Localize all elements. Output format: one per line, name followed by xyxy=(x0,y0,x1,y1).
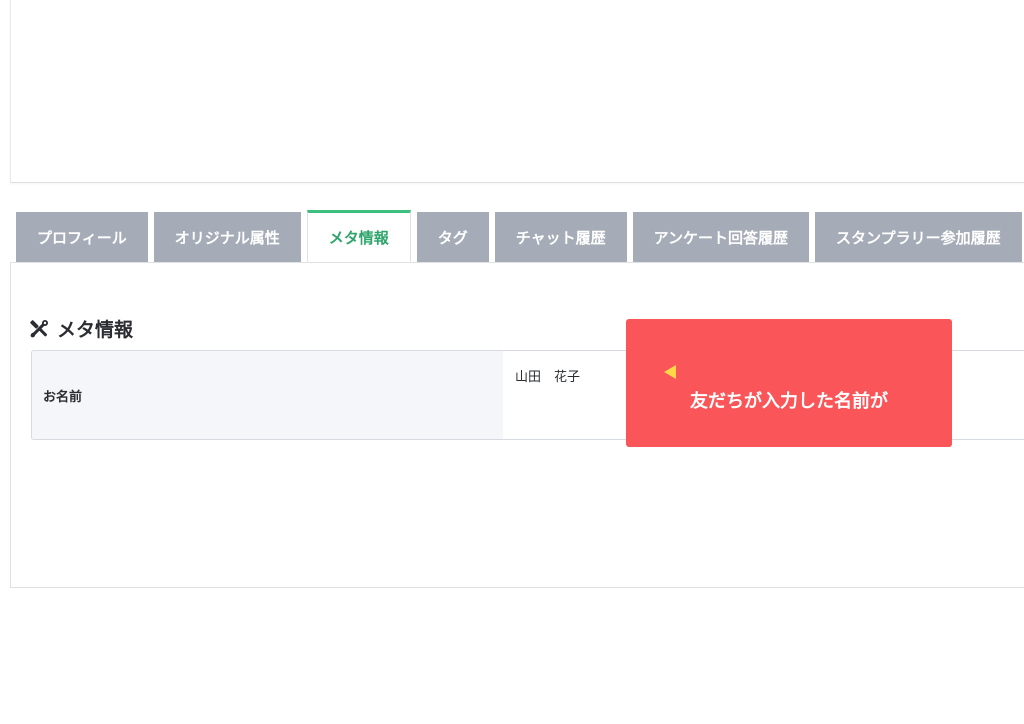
tab-profile[interactable]: プロフィール xyxy=(16,212,148,262)
tab-meta-info[interactable]: メタ情報 xyxy=(306,210,411,262)
callout-line-2: 反映されている xyxy=(690,451,816,472)
section-title-text: メタ情報 xyxy=(57,319,134,341)
tab-bar: プロフィール オリジナル属性 メタ情報 タグ チャット履歴 アンケート回答履歴 … xyxy=(16,210,1022,262)
tools-icon xyxy=(29,319,49,339)
meta-label-name: お名前 xyxy=(32,351,503,439)
callout-line-1: 友だちが入力した名前が xyxy=(690,391,888,412)
section-title: メタ情報 xyxy=(29,315,133,342)
annotation-callout: 友だちが入力した名前が 反映されている xyxy=(626,319,952,472)
page: プロフィール オリジナル属性 メタ情報 タグ チャット履歴 アンケート回答履歴 … xyxy=(0,0,1024,724)
tab-original-attributes[interactable]: オリジナル属性 xyxy=(153,212,301,262)
tab-tags[interactable]: タグ xyxy=(416,212,489,262)
arrow-left-icon xyxy=(664,365,676,379)
tab-stamp-rally-history[interactable]: スタンプラリー参加履歴 xyxy=(815,212,1022,262)
top-panel xyxy=(10,0,1024,183)
tab-survey-history[interactable]: アンケート回答履歴 xyxy=(632,212,810,262)
tab-chat-history[interactable]: チャット履歴 xyxy=(494,212,627,262)
